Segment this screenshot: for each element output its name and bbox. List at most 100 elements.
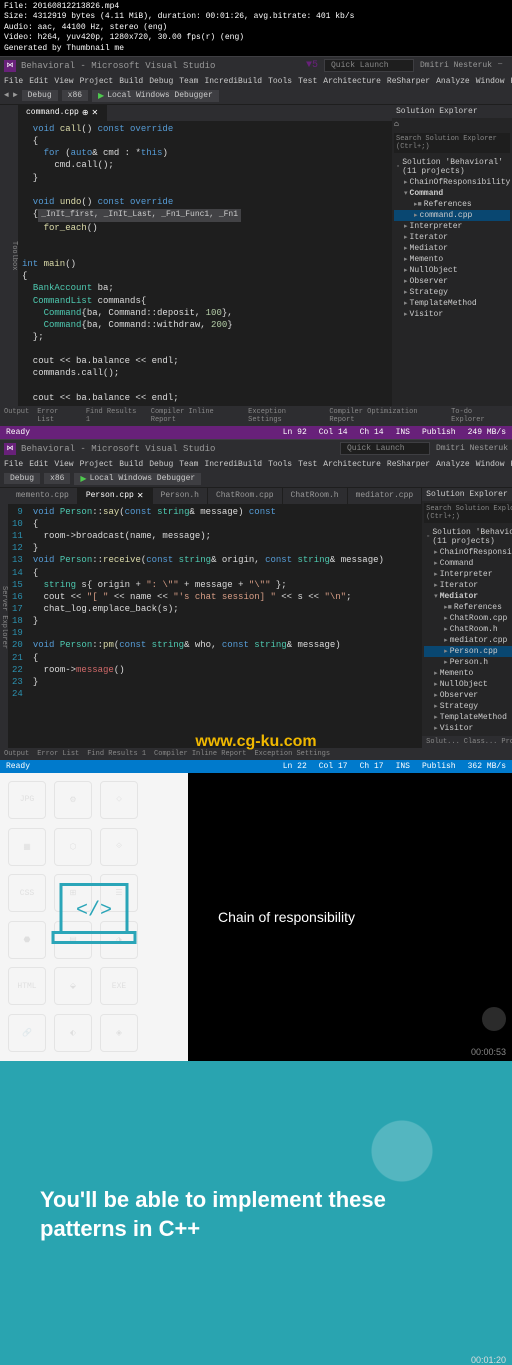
pin-icon[interactable]: ⊕ [82, 108, 89, 118]
menu-view[interactable]: View [54, 77, 73, 86]
se-project-item[interactable]: ▸Strategy [394, 287, 510, 298]
se-project-item[interactable]: ▸Memento [424, 668, 512, 679]
menu-team[interactable]: Team [179, 460, 198, 469]
se-file-person-cpp[interactable]: ▸Person.cpp [424, 646, 512, 657]
nav-back-icon[interactable]: ◄ [4, 91, 9, 100]
menu-architecture[interactable]: Architecture [323, 77, 381, 86]
nav-fwd-icon[interactable]: ► [13, 91, 18, 100]
status-publish[interactable]: Publish [422, 428, 456, 437]
minimize-icon[interactable]: ─ [498, 61, 508, 71]
se-project-item[interactable]: ▸Visitor [424, 723, 512, 734]
tab-class[interactable]: Class... [464, 738, 498, 746]
se-project-item[interactable]: ▸Command [424, 558, 512, 569]
se-file[interactable]: ▸ChatRoom.h [424, 624, 512, 635]
se-file[interactable]: ▸ChatRoom.cpp [424, 613, 512, 624]
play-overlay-icon[interactable] [482, 1007, 506, 1031]
tab-chatroom-cpp[interactable]: ChatRoom.cpp [208, 488, 283, 504]
se-project-item[interactable]: ▸Strategy [424, 701, 512, 712]
menu-resharper[interactable]: ReSharper [387, 77, 430, 86]
se-project-item[interactable]: ▸Mediator [394, 243, 510, 254]
menu-tools[interactable]: Tools [268, 460, 292, 469]
se-project-item[interactable]: ▸Memento [394, 254, 510, 265]
tab-output[interactable]: Output [4, 750, 29, 758]
menu-test[interactable]: Test [298, 460, 317, 469]
se-project-item[interactable]: ▸TemplateMethod [394, 298, 510, 309]
menu-debug[interactable]: Debug [149, 77, 173, 86]
tab-inline-report[interactable]: Compiler Inline Report [154, 750, 246, 758]
tab-find-results[interactable]: Find Results 1 [86, 408, 143, 424]
close-icon[interactable]: ✕ [92, 108, 99, 118]
start-debug-button[interactable]: ▶Local Windows Debugger [92, 90, 219, 102]
se-project-item[interactable]: ▸Interpreter [424, 569, 512, 580]
user-name[interactable]: Dmitri Nesteruk [420, 61, 492, 70]
tab-todo[interactable]: To-do Explorer [451, 408, 508, 424]
menu-team[interactable]: Team [179, 77, 198, 86]
quick-launch-input[interactable]: Quick Launch [340, 442, 430, 455]
code-editor[interactable]: void call() const override { for (auto& … [18, 121, 392, 406]
menu-project[interactable]: Project [80, 77, 114, 86]
platform-dropdown[interactable]: x86 [62, 90, 88, 101]
tab-output[interactable]: Output [4, 408, 29, 424]
se-solution-root[interactable]: ▫Solution 'Behavioral' (11 projects) [424, 527, 512, 547]
tab-find-results[interactable]: Find Results 1 [87, 750, 146, 758]
menu-file[interactable]: File [4, 77, 23, 86]
sidebar-toolbox[interactable]: Toolbox [0, 105, 18, 406]
se-project-item[interactable]: ▸Observer [394, 276, 510, 287]
se-references[interactable]: ▸■References [424, 602, 512, 613]
home-icon[interactable]: ⌂ [394, 120, 399, 129]
se-project-item[interactable]: ▸Observer [424, 690, 512, 701]
tab-inline-report[interactable]: Compiler Inline Report [151, 408, 240, 424]
sidebar-toolbox[interactable]: Server Explorer [0, 488, 8, 748]
se-project-item[interactable]: ▸Visitor [394, 309, 510, 320]
menu-project[interactable]: Project [80, 460, 114, 469]
tab-optim-report[interactable]: Compiler Optimization Report [329, 408, 443, 424]
tab-props[interactable]: Prop... [501, 738, 512, 746]
start-debug-button[interactable]: ▶Local Windows Debugger [74, 473, 201, 485]
menu-file[interactable]: File [4, 460, 23, 469]
config-dropdown[interactable]: Debug [4, 473, 40, 484]
se-project-item[interactable]: ▾Command [394, 188, 510, 199]
se-search-input[interactable]: Search Solution Explorer (Ctrl+;) [394, 133, 510, 153]
menu-edit[interactable]: Edit [29, 77, 48, 86]
tab-command-cpp[interactable]: command.cpp ⊕ ✕ [18, 105, 107, 121]
menu-view[interactable]: View [54, 460, 73, 469]
tab-solution[interactable]: Solut... [426, 738, 460, 746]
se-project-item[interactable]: ▸NullObject [394, 265, 510, 276]
code-editor[interactable]: 9 10 11 12 13 14 15 16 17 18 19 20 21 22… [8, 504, 422, 702]
tab-exception[interactable]: Exception Settings [248, 408, 321, 424]
menu-test[interactable]: Test [298, 77, 317, 86]
tab-person-h[interactable]: Person.h [153, 488, 208, 504]
menu-incredibuild[interactable]: IncrediBuild [204, 460, 262, 469]
menu-build[interactable]: Build [119, 77, 143, 86]
menu-analyze[interactable]: Analyze [436, 460, 470, 469]
menu-build[interactable]: Build [119, 460, 143, 469]
se-project-item[interactable]: ▸ChainOfResponsibility [394, 177, 510, 188]
user-name[interactable]: Dmitri Nesteruk [436, 444, 508, 453]
se-references[interactable]: ▸■References [394, 199, 510, 210]
menu-edit[interactable]: Edit [29, 460, 48, 469]
se-project-item[interactable]: ▸ChainOfResponsibility [424, 547, 512, 558]
config-dropdown[interactable]: Debug [22, 90, 58, 101]
platform-dropdown[interactable]: x86 [44, 473, 70, 484]
tab-mediator-cpp[interactable]: mediator.cpp [348, 488, 423, 504]
se-project-item[interactable]: ▸TemplateMethod [424, 712, 512, 723]
tab-memento[interactable]: memento.cpp [8, 488, 78, 504]
menu-architecture[interactable]: Architecture [323, 460, 381, 469]
menu-resharper[interactable]: ReSharper [387, 460, 430, 469]
se-solution-root[interactable]: ▫Solution 'Behavioral' (11 projects) [394, 157, 510, 177]
menu-debug[interactable]: Debug [149, 460, 173, 469]
tab-exception[interactable]: Exception Settings [254, 750, 330, 758]
menu-incredibuild[interactable]: IncrediBuild [204, 77, 262, 86]
menu-analyze[interactable]: Analyze [436, 77, 470, 86]
se-project-item[interactable]: ▸Interpreter [394, 221, 510, 232]
menu-window[interactable]: Window [476, 77, 505, 86]
se-file[interactable]: ▸mediator.cpp [424, 635, 512, 646]
status-publish[interactable]: Publish [422, 762, 456, 771]
tab-error-list[interactable]: Error List [37, 408, 78, 424]
quick-launch-input[interactable]: Quick Launch [324, 59, 414, 72]
se-file-command-cpp[interactable]: ▸command.cpp [394, 210, 510, 221]
se-project-item[interactable]: ▾Mediator [424, 591, 512, 602]
tab-error-list[interactable]: Error List [37, 750, 79, 758]
se-project-item[interactable]: ▸NullObject [424, 679, 512, 690]
se-file[interactable]: ▸Person.h [424, 657, 512, 668]
